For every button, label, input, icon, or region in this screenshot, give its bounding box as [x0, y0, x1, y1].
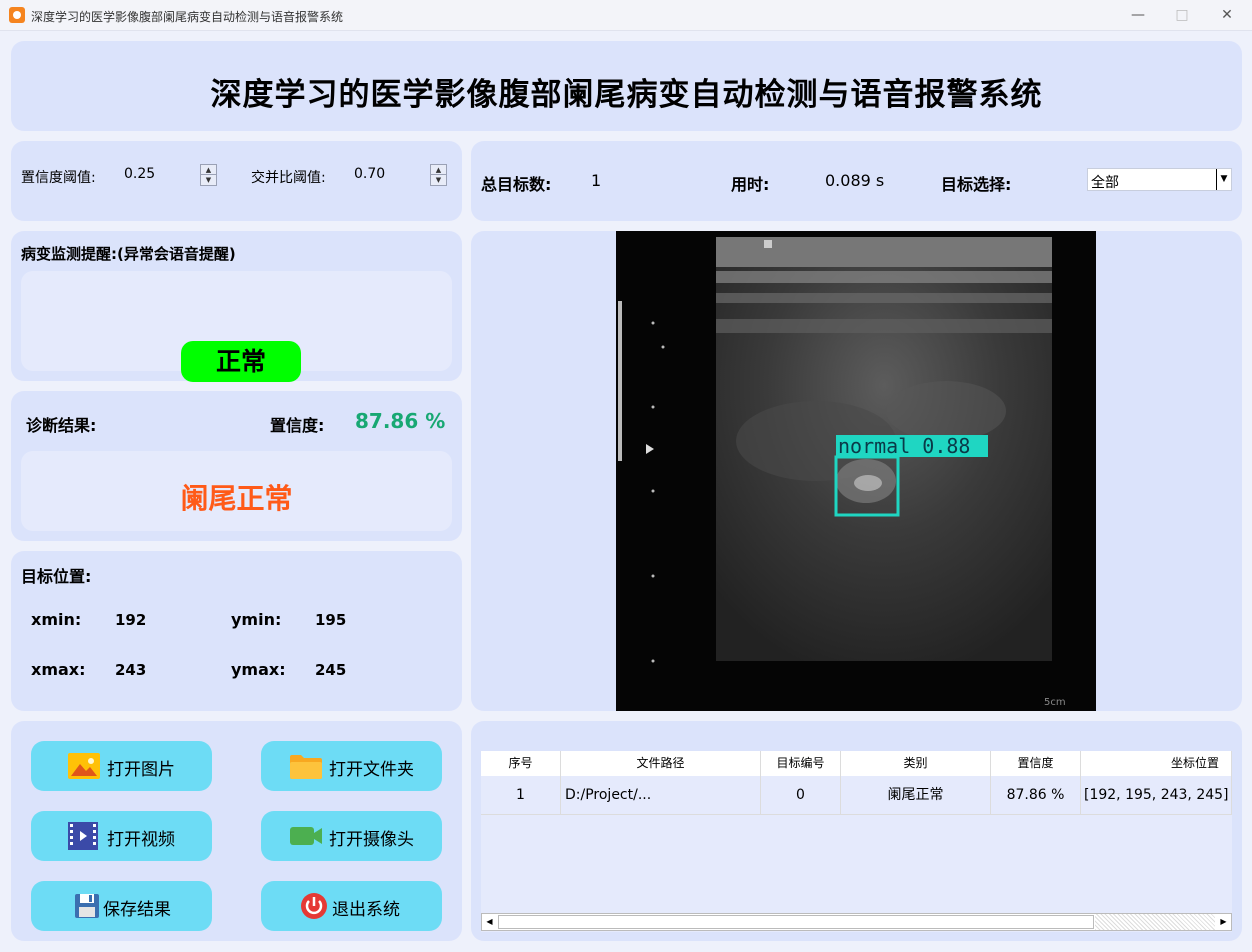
table-cell-coords[interactable]: [192, 195, 243, 245]: [1081, 776, 1232, 815]
stats-panel: 总目标数: 1 用时: 0.089 s 目标选择: 全部 ▼: [471, 141, 1242, 221]
page-title: 深度学习的医学影像腹部阑尾病变自动检测与语音报警系统: [210, 77, 1043, 113]
monitor-label: 病变监测提醒:(异常会语音提醒): [21, 245, 236, 263]
conf-spin-arrows[interactable]: ▲ ▼: [200, 164, 217, 186]
col-header-target-id[interactable]: 目标编号: [761, 751, 841, 776]
header-panel: 深度学习的医学影像腹部阑尾病变自动检测与语音报警系统: [11, 41, 1242, 131]
iou-threshold-spinbox[interactable]: 0.70 ▲ ▼: [351, 163, 447, 187]
total-targets-value: 1: [591, 171, 602, 190]
col-header-coords[interactable]: 坐标位置: [1081, 751, 1232, 776]
scroll-right-icon[interactable]: ▶: [1216, 914, 1231, 930]
diagnosis-result-box: 阑尾正常: [21, 451, 452, 531]
open-folder-label: 打开文件夹: [329, 760, 414, 780]
ymin-label: ymin:: [231, 610, 282, 629]
open-video-label: 打开视频: [107, 830, 175, 850]
monitor-panel: 病变监测提醒:(异常会语音提醒) 正常: [11, 231, 462, 382]
confidence-label: 置信度:: [270, 416, 325, 435]
spin-up-icon[interactable]: ▲: [431, 165, 446, 175]
camera-icon: [290, 827, 322, 845]
open-folder-button[interactable]: 打开文件夹: [261, 741, 442, 791]
col-header-class[interactable]: 类别: [841, 751, 991, 776]
actions-panel: 打开图片 打开文件夹 打开视频 打开摄像头 保存结果 退出系统: [11, 721, 462, 941]
open-image-label: 打开图片: [107, 760, 175, 780]
exit-system-label: 退出系统: [332, 900, 400, 920]
close-icon[interactable]: ✕: [1215, 4, 1239, 26]
col-header-confidence[interactable]: 置信度: [991, 751, 1081, 776]
time-value: 0.089 s: [825, 171, 885, 190]
table-cell-path[interactable]: D:/Project/...: [561, 776, 761, 815]
window-titlebar: 深度学习的医学影像腹部阑尾病变自动检测与语音报警系统 — □ ✕: [0, 0, 1252, 31]
window-title: 深度学习的医学影像腹部阑尾病变自动检测与语音报警系统: [31, 10, 344, 24]
iou-threshold-label: 交并比阈值:: [251, 170, 326, 186]
monitor-status-box: 正常: [21, 271, 452, 382]
exit-system-button[interactable]: 退出系统: [261, 881, 442, 931]
open-video-button[interactable]: 打开视频: [31, 811, 212, 861]
xmin-value: 192: [115, 611, 147, 629]
iou-spin-arrows[interactable]: ▲ ▼: [430, 164, 447, 186]
detection-label: normal 0.88: [838, 434, 970, 458]
maximize-icon[interactable]: □: [1170, 4, 1194, 26]
col-header-index[interactable]: 序号: [481, 751, 561, 776]
status-badge: 正常: [181, 341, 301, 382]
conf-threshold-label: 置信度阈值:: [21, 170, 96, 186]
target-select-value: 全部: [1091, 175, 1119, 191]
video-icon: [68, 822, 98, 850]
conf-threshold-value: 0.25: [124, 166, 156, 182]
results-table: 序号 文件路径 目标编号 类别 置信度 坐标位置 1 D:/Project/..…: [481, 751, 1232, 932]
image-icon: [68, 753, 100, 779]
xmax-value: 243: [115, 661, 147, 679]
chevron-down-icon[interactable]: ▼: [1216, 169, 1231, 190]
threshold-panel: 置信度阈值: 0.25 ▲ ▼ 交并比阈值: 0.70 ▲ ▼: [11, 141, 462, 221]
xmax-label: xmax:: [31, 660, 86, 679]
ymax-label: ymax:: [231, 660, 286, 679]
minimize-icon[interactable]: —: [1126, 4, 1150, 26]
scroll-left-icon[interactable]: ◀: [482, 914, 497, 930]
ymax-value: 245: [315, 661, 347, 679]
folder-icon: [290, 755, 322, 779]
confidence-value: 87.86 %: [355, 409, 446, 433]
conf-threshold-spinbox[interactable]: 0.25 ▲ ▼: [121, 163, 217, 187]
table-cell-target-id[interactable]: 0: [761, 776, 841, 815]
table-cell-index[interactable]: 1: [481, 776, 561, 815]
table-cell-class[interactable]: 阑尾正常: [841, 776, 991, 815]
ultrasound-image: normal 0.88 5cm: [616, 231, 1096, 711]
save-results-label: 保存结果: [103, 900, 171, 920]
power-icon: [301, 893, 327, 919]
open-camera-button[interactable]: 打开摄像头: [261, 811, 442, 861]
scrollbar-thumb[interactable]: [498, 915, 1094, 929]
table-horizontal-scrollbar[interactable]: ◀ ▶: [481, 913, 1232, 931]
position-label: 目标位置:: [21, 567, 92, 586]
open-camera-label: 打开摄像头: [329, 830, 414, 850]
iou-threshold-value: 0.70: [354, 166, 386, 182]
spin-up-icon[interactable]: ▲: [201, 165, 216, 175]
table-cell-confidence[interactable]: 87.86 %: [991, 776, 1081, 815]
save-icon: [75, 894, 99, 918]
target-select-label: 目标选择:: [941, 175, 1012, 194]
diagnosis-label: 诊断结果:: [26, 416, 97, 435]
save-results-button[interactable]: 保存结果: [31, 881, 212, 931]
app-logo-icon: [9, 7, 25, 23]
diagnosis-result: 阑尾正常: [180, 482, 293, 515]
target-select[interactable]: 全部 ▼: [1087, 168, 1232, 191]
time-label: 用时:: [731, 175, 770, 194]
ymin-value: 195: [315, 611, 347, 629]
diagnosis-panel: 诊断结果: 置信度: 87.86 % 阑尾正常: [11, 391, 462, 541]
xmin-label: xmin:: [31, 610, 82, 629]
col-header-path[interactable]: 文件路径: [561, 751, 761, 776]
spin-down-icon[interactable]: ▼: [201, 175, 216, 185]
open-image-button[interactable]: 打开图片: [31, 741, 212, 791]
position-panel: 目标位置: xmin: 192 ymin: 195 xmax: 243 ymax…: [11, 551, 462, 711]
scrollbar-track[interactable]: [1095, 914, 1215, 930]
svg-text:5cm: 5cm: [1044, 697, 1066, 708]
ultrasound-scan: normal 0.88 5cm: [616, 231, 1096, 711]
total-targets-label: 总目标数:: [481, 175, 552, 194]
spin-down-icon[interactable]: ▼: [431, 175, 446, 185]
